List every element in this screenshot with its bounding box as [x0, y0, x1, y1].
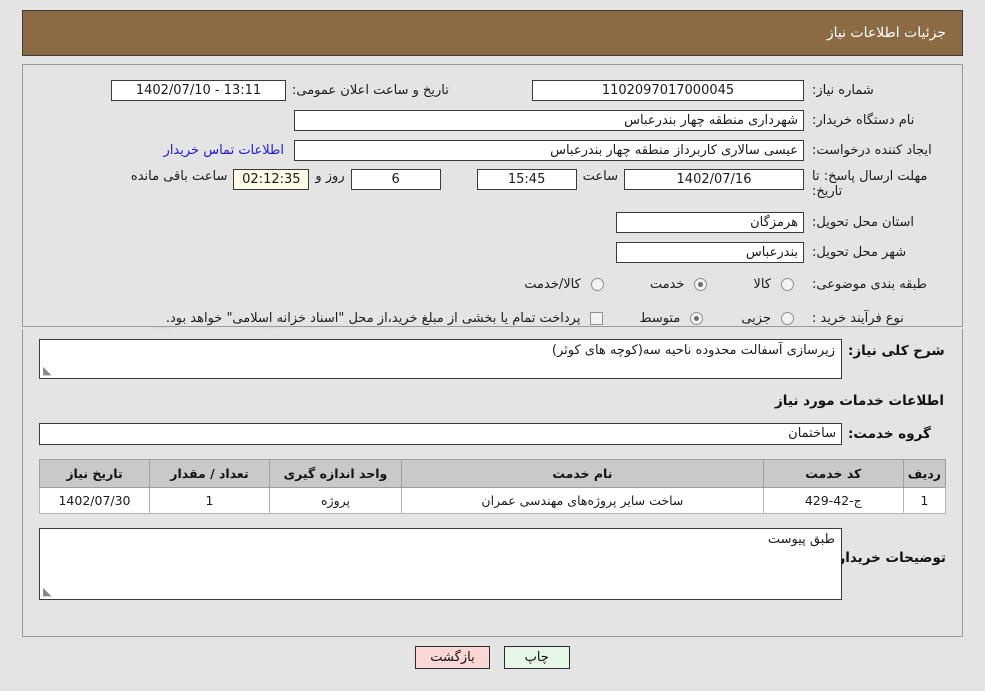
row-purchase-process: نوع فرآیند خرید : جزیی متوسط پرداخت تمام… [29, 305, 956, 331]
purchase-option-motavaset-label: متوسط [639, 310, 681, 326]
description-textarea[interactable]: زیرسازی آسفالت محدوده ناحیه سه(کوچه های … [39, 339, 842, 379]
announcement-label: تاریخ و ساعت اعلان عمومی: [292, 82, 449, 98]
row-category: طبقه بندی موضوعی: کالا خدمت کالا/خدمت [29, 271, 956, 297]
buyer-notes-value: طبق پیوست [767, 532, 835, 547]
window-title-bar: جزئیات اطلاعات نیاز [22, 10, 963, 56]
category-option-kala-khedmat[interactable]: کالا/خدمت [518, 277, 604, 292]
row-city: شهر محل تحویل: بندرعباس [29, 239, 956, 265]
services-heading: اطلاعات خدمات مورد نیاز [774, 393, 944, 409]
page-root: AriaTender.net جزئیات اطلاعات نیاز شماره… [0, 0, 985, 691]
deadline-time-label: ساعت [582, 169, 618, 184]
th-date: تاریخ نیاز [39, 459, 150, 488]
table-header-row: ردیف کد خدمت نام خدمت واحد اندازه گیری ت… [39, 459, 947, 488]
row-service-group: گروه خدمت: ساختمان [39, 423, 946, 445]
row-deadline: مهلت ارسال پاسخ: تا تاریخ: 1402/07/16 سا… [29, 167, 956, 199]
requester-label: ایجاد کننده درخواست: [812, 142, 932, 158]
cell-date: 1402/07/30 [39, 487, 150, 514]
deadline-time: 15:45 [476, 169, 577, 190]
radio-icon-jozee[interactable] [781, 311, 794, 325]
row-requester: ایجاد کننده درخواست: عیسی سالاری کاربردا… [29, 137, 956, 163]
buyer-org-value: شهرداری منطقه چهار بندرعباس [294, 109, 804, 131]
deadline-days-label: روز و [315, 169, 345, 184]
need-info-panel: شماره نیاز: 1102097017000045 تاریخ و ساع… [22, 64, 963, 327]
deadline-days: 6 [350, 169, 441, 190]
th-name: نام خدمت [401, 459, 764, 488]
city-label: شهر محل تحویل: [812, 244, 907, 260]
cell-name: ساخت سایر پروژه‌های مهندسی عمران [401, 487, 764, 514]
cell-index: 1 [902, 487, 947, 514]
row-province: استان محل تحویل: هرمزگان [29, 209, 956, 235]
description-value: زیرسازی آسفالت محدوده ناحیه سه(کوچه های … [551, 343, 835, 358]
deadline-label: مهلت ارسال پاسخ: تا تاریخ: [812, 169, 928, 199]
services-panel: شرح کلی نیاز: زیرسازی آسفالت محدوده ناحی… [22, 329, 963, 637]
action-button-bar: چاپ بازگشت [0, 646, 985, 669]
cell-unit: پروژه [269, 487, 402, 514]
row-need-number: شماره نیاز: 1102097017000045 تاریخ و ساع… [29, 77, 956, 103]
city-value: بندرعباس [616, 241, 804, 263]
row-description: شرح کلی نیاز: زیرسازی آسفالت محدوده ناحی… [39, 339, 946, 379]
purchase-option-jozee-label: جزیی [741, 310, 771, 326]
print-button[interactable]: چاپ [503, 646, 570, 669]
category-option-kala-khedmat-label: کالا/خدمت [524, 276, 581, 292]
resize-grip-icon-notes[interactable]: ◢ [43, 585, 53, 598]
category-option-khedmat[interactable]: خدمت [644, 277, 708, 292]
service-group-value: ساختمان [39, 423, 842, 445]
radio-icon-kala-khedmat[interactable] [590, 277, 604, 291]
category-option-kala-label: کالا [753, 276, 771, 292]
category-option-kala[interactable]: کالا [747, 277, 794, 292]
th-code: کد خدمت [762, 459, 904, 488]
buyer-notes-label: توضیحات خریدار: [832, 550, 946, 566]
th-unit: واحد اندازه گیری [269, 459, 402, 488]
cell-code: ج-42-429 [762, 487, 904, 514]
requester-value: عیسی سالاری کاربرداز منطقه چهار بندرعباس [294, 139, 804, 161]
need-number-value: 1102097017000045 [532, 79, 804, 101]
category-label: طبقه بندی موضوعی: [812, 276, 928, 292]
category-option-khedmat-label: خدمت [649, 276, 685, 292]
purchase-option-motavaset[interactable]: متوسط [633, 310, 704, 326]
service-group-label: گروه خدمت: [848, 426, 931, 442]
buyer-contact-link[interactable]: اطلاعات تماس خریدار [164, 143, 284, 158]
cell-quantity: 1 [149, 487, 270, 514]
purchase-option-jozee[interactable]: جزیی [735, 311, 794, 326]
province-value: هرمزگان [616, 211, 804, 233]
row-buyer-notes: توضیحات خریدار: طبق پیوست ◢ [39, 528, 946, 600]
announcement-value: 13:11 - 1402/07/10 [111, 79, 286, 101]
th-quantity: تعداد / مقدار [149, 459, 270, 488]
need-number-label: شماره نیاز: [812, 82, 874, 98]
purchase-process-label: نوع فرآیند خرید : [812, 310, 904, 326]
buyer-org-label: نام دستگاه خریدار: [812, 112, 915, 128]
resize-grip-icon[interactable]: ◢ [43, 364, 53, 377]
deadline-countdown-label: ساعت باقی مانده [130, 169, 228, 184]
th-index: ردیف [902, 459, 947, 488]
buyer-notes-textarea[interactable]: طبق پیوست ◢ [39, 528, 842, 600]
radio-icon-kala[interactable] [781, 277, 794, 291]
treasury-bond-checkbox-label: پرداخت تمام یا بخشی از مبلغ خرید،از محل … [165, 310, 581, 326]
treasury-bond-checkbox-wrap[interactable]: پرداخت تمام یا بخشی از مبلغ خرید،از محل … [160, 311, 604, 326]
province-label: استان محل تحویل: [812, 214, 914, 230]
services-table: ردیف کد خدمت نام خدمت واحد اندازه گیری ت… [39, 459, 947, 514]
services-table-wrap: ردیف کد خدمت نام خدمت واحد اندازه گیری ت… [39, 459, 947, 514]
radio-icon-khedmat[interactable] [694, 277, 708, 291]
back-button[interactable]: بازگشت [415, 646, 490, 669]
checkbox-icon-treasury-bond[interactable] [590, 311, 604, 325]
page-title: جزئیات اطلاعات نیاز [826, 25, 946, 41]
deadline-date: 1402/07/16 [624, 169, 804, 190]
row-buyer-org: نام دستگاه خریدار: شهرداری منطقه چهار بن… [29, 107, 956, 133]
table-row: 1 ج-42-429 ساخت سایر پروژه‌های مهندسی عم… [39, 487, 947, 514]
radio-icon-motavaset[interactable] [690, 311, 704, 325]
deadline-countdown: 02:12:35 [233, 169, 310, 190]
description-label: شرح کلی نیاز: [848, 343, 945, 359]
